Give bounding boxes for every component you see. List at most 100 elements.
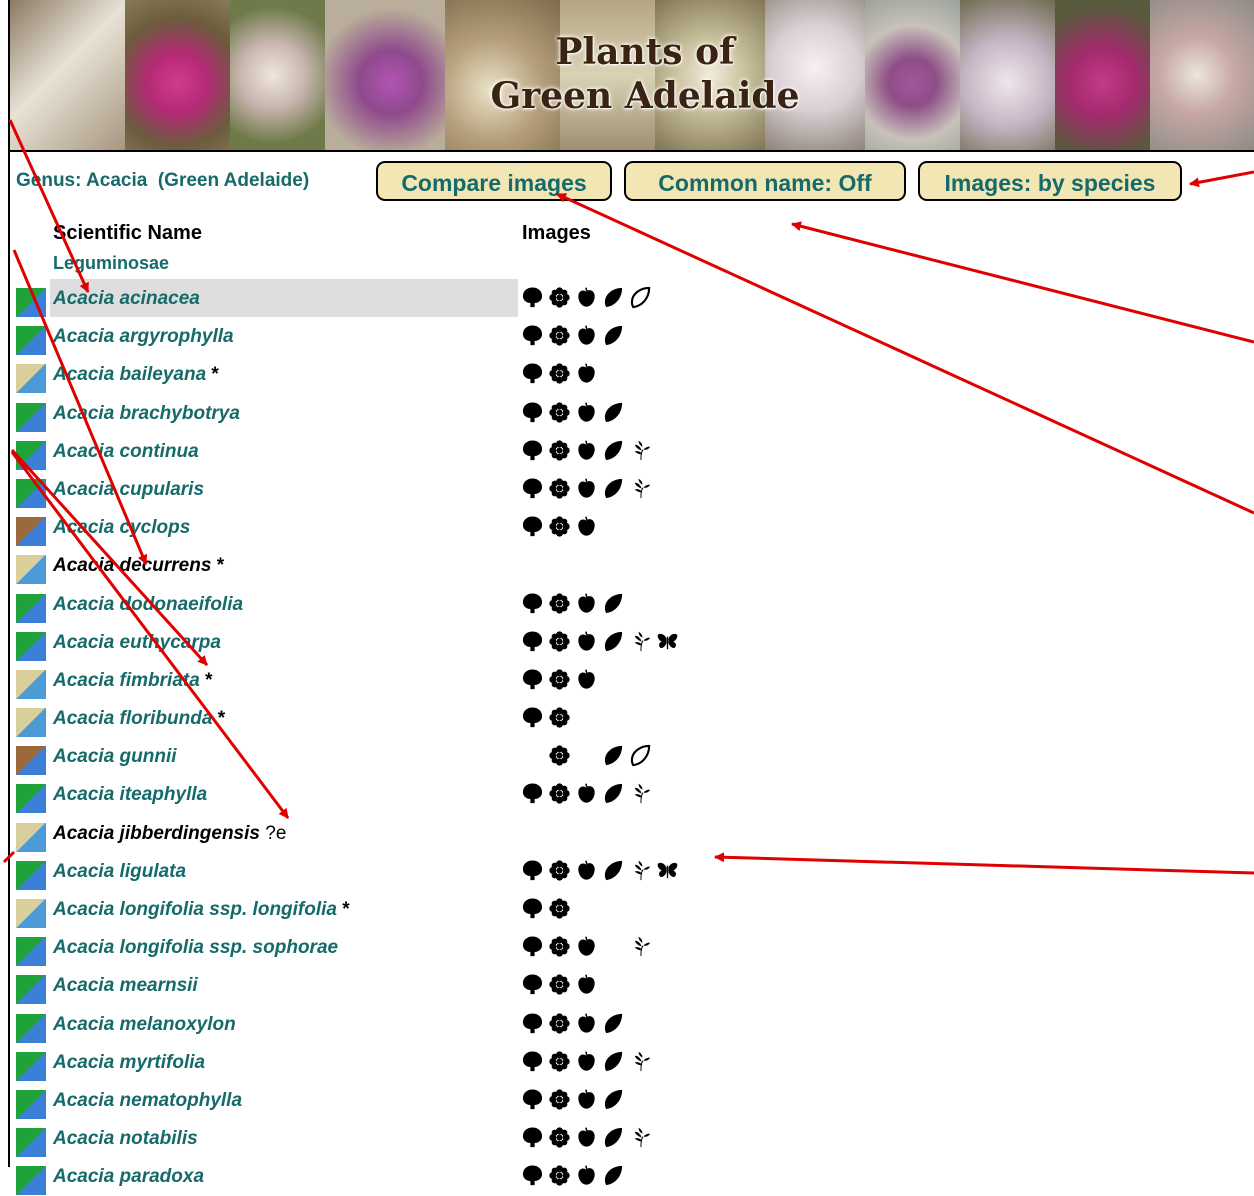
- distribution-map-thumbnail[interactable]: [16, 746, 46, 776]
- shrub-icon[interactable]: [521, 439, 544, 462]
- shrub-icon[interactable]: [521, 1088, 544, 1111]
- flower-icon[interactable]: [548, 324, 571, 347]
- flower-icon[interactable]: [548, 1012, 571, 1035]
- leaf-icon[interactable]: [602, 630, 625, 653]
- shrub-icon[interactable]: [521, 935, 544, 958]
- species-name-link[interactable]: Acacia brachybotrya: [53, 403, 240, 425]
- distribution-map-thumbnail[interactable]: [16, 708, 46, 738]
- fruit-icon[interactable]: [575, 401, 598, 424]
- flower-icon[interactable]: [548, 362, 571, 385]
- species-name-link[interactable]: Acacia jibberdingensis ?e: [53, 823, 286, 845]
- shrub-icon[interactable]: [521, 324, 544, 347]
- fruit-icon[interactable]: [575, 1126, 598, 1149]
- species-name-link[interactable]: Acacia acinacea: [53, 288, 200, 310]
- distribution-map-thumbnail[interactable]: [16, 440, 46, 470]
- leaf-icon[interactable]: [602, 592, 625, 615]
- flower-icon[interactable]: [548, 1050, 571, 1073]
- seedling-icon[interactable]: [629, 1126, 652, 1149]
- distribution-map-thumbnail[interactable]: [16, 784, 46, 814]
- species-name-link[interactable]: Acacia continua: [53, 441, 199, 463]
- distribution-map-thumbnail[interactable]: [16, 1089, 46, 1119]
- leaf-icon[interactable]: [602, 859, 625, 882]
- flower-icon[interactable]: [548, 1088, 571, 1111]
- leaf-icon[interactable]: [602, 1126, 625, 1149]
- shrub-icon[interactable]: [521, 286, 544, 309]
- fruit-icon[interactable]: [575, 1012, 598, 1035]
- distribution-map-thumbnail[interactable]: [16, 1128, 46, 1158]
- fruit-icon[interactable]: [575, 362, 598, 385]
- leaf-icon[interactable]: [602, 1012, 625, 1035]
- leaf-icon[interactable]: [602, 1050, 625, 1073]
- shrub-icon[interactable]: [521, 401, 544, 424]
- flower-icon[interactable]: [548, 1164, 571, 1187]
- species-name-link[interactable]: Acacia floribunda *: [53, 708, 225, 730]
- butterfly-icon[interactable]: [656, 630, 679, 653]
- species-name-link[interactable]: Acacia nematophylla: [53, 1090, 242, 1112]
- shrub-icon[interactable]: [521, 477, 544, 500]
- seedling-icon[interactable]: [629, 477, 652, 500]
- flower-icon[interactable]: [548, 706, 571, 729]
- flower-icon[interactable]: [548, 439, 571, 462]
- distribution-map-thumbnail[interactable]: [16, 669, 46, 699]
- distribution-map-thumbnail[interactable]: [16, 478, 46, 508]
- species-name-link[interactable]: Acacia baileyana *: [53, 364, 219, 386]
- species-name-link[interactable]: Acacia melanoxylon: [53, 1014, 236, 1036]
- fruit-icon[interactable]: [575, 782, 598, 805]
- distribution-map-thumbnail[interactable]: [16, 517, 46, 547]
- species-name-link[interactable]: Acacia decurrens *: [53, 555, 224, 577]
- distribution-map-thumbnail[interactable]: [16, 593, 46, 623]
- species-name-link[interactable]: Acacia cyclops: [53, 517, 190, 539]
- shrub-icon[interactable]: [521, 859, 544, 882]
- flower-icon[interactable]: [548, 897, 571, 920]
- common-name-toggle-button[interactable]: Common name: Off: [624, 161, 906, 201]
- shrub-icon[interactable]: [521, 1012, 544, 1035]
- flower-icon[interactable]: [548, 668, 571, 691]
- leaf-icon[interactable]: [602, 1164, 625, 1187]
- leaf-icon[interactable]: [602, 324, 625, 347]
- compare-images-button[interactable]: Compare images: [376, 161, 612, 201]
- species-name-link[interactable]: Acacia longifolia ssp. sophorae: [53, 937, 338, 959]
- fruit-icon[interactable]: [575, 1088, 598, 1111]
- shrub-icon[interactable]: [521, 630, 544, 653]
- seedling-icon[interactable]: [629, 782, 652, 805]
- seedling-icon[interactable]: [629, 439, 652, 462]
- shrub-icon[interactable]: [521, 782, 544, 805]
- leaf-outline-icon[interactable]: [629, 744, 652, 767]
- leaf-outline-icon[interactable]: [629, 286, 652, 309]
- species-name-link[interactable]: Acacia argyrophylla: [53, 326, 234, 348]
- species-name-link[interactable]: Acacia ligulata: [53, 861, 186, 883]
- flower-icon[interactable]: [548, 973, 571, 996]
- seedling-icon[interactable]: [629, 935, 652, 958]
- leaf-icon[interactable]: [602, 439, 625, 462]
- species-name-link[interactable]: Acacia longifolia ssp. longifolia *: [53, 899, 350, 921]
- fruit-icon[interactable]: [575, 592, 598, 615]
- distribution-map-thumbnail[interactable]: [16, 326, 46, 356]
- flower-icon[interactable]: [548, 286, 571, 309]
- fruit-icon[interactable]: [575, 1050, 598, 1073]
- leaf-icon[interactable]: [602, 286, 625, 309]
- fruit-icon[interactable]: [575, 439, 598, 462]
- leaf-icon[interactable]: [602, 401, 625, 424]
- fruit-icon[interactable]: [575, 859, 598, 882]
- distribution-map-thumbnail[interactable]: [16, 288, 46, 317]
- seedling-icon[interactable]: [629, 859, 652, 882]
- flower-icon[interactable]: [548, 515, 571, 538]
- shrub-icon[interactable]: [521, 897, 544, 920]
- flower-icon[interactable]: [548, 630, 571, 653]
- fruit-icon[interactable]: [575, 286, 598, 309]
- seedling-icon[interactable]: [629, 1050, 652, 1073]
- fruit-icon[interactable]: [575, 324, 598, 347]
- shrub-icon[interactable]: [521, 1164, 544, 1187]
- species-name-link[interactable]: Acacia gunnii: [53, 746, 177, 768]
- leaf-icon[interactable]: [602, 1088, 625, 1111]
- leaf-icon[interactable]: [602, 782, 625, 805]
- shrub-icon[interactable]: [521, 1126, 544, 1149]
- seedling-icon[interactable]: [629, 630, 652, 653]
- flower-icon[interactable]: [548, 1126, 571, 1149]
- site-title[interactable]: Plants of Green Adelaide: [465, 30, 825, 118]
- butterfly-icon[interactable]: [656, 859, 679, 882]
- fruit-icon[interactable]: [575, 668, 598, 691]
- flower-icon[interactable]: [548, 744, 571, 767]
- shrub-icon[interactable]: [521, 592, 544, 615]
- distribution-map-thumbnail[interactable]: [16, 402, 46, 432]
